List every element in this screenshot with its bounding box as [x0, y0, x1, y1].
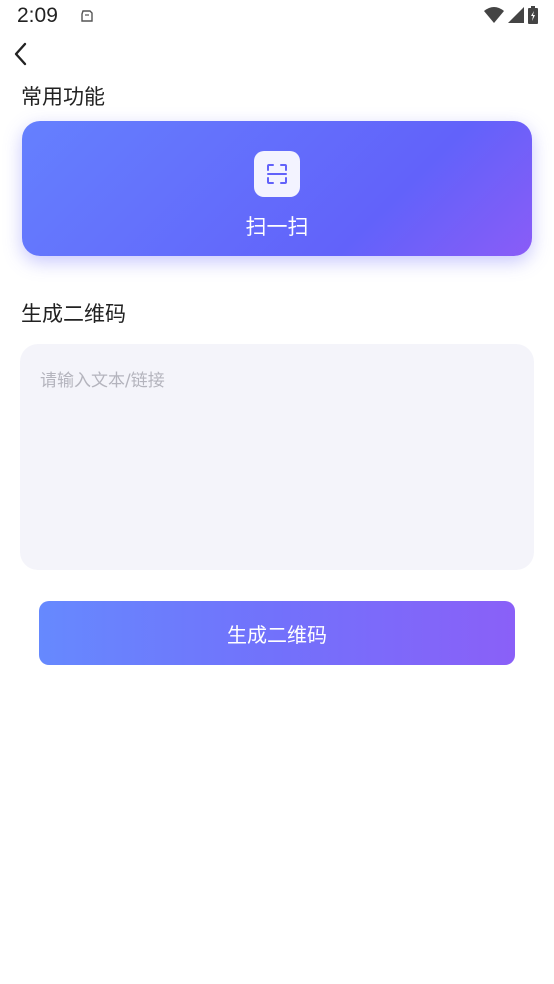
- battery-icon: [528, 6, 538, 28]
- scan-button[interactable]: 扫一扫: [22, 121, 532, 256]
- common-functions-title: 常用功能: [21, 85, 105, 109]
- wifi-icon: [484, 7, 504, 27]
- chevron-left-icon: [14, 42, 27, 66]
- status-bar: 2:09: [0, 0, 554, 34]
- status-icons: [484, 6, 538, 28]
- qr-generator-title: 生成二维码: [21, 302, 126, 326]
- status-time: 2:09: [17, 4, 58, 27]
- scan-icon: [254, 151, 300, 197]
- scan-label: 扫一扫: [245, 215, 309, 239]
- text-link-input[interactable]: [20, 344, 534, 570]
- generate-qr-button[interactable]: 生成二维码: [39, 601, 515, 665]
- signal-icon: [508, 7, 524, 27]
- notification-icon: [80, 8, 94, 27]
- back-button[interactable]: [8, 40, 36, 68]
